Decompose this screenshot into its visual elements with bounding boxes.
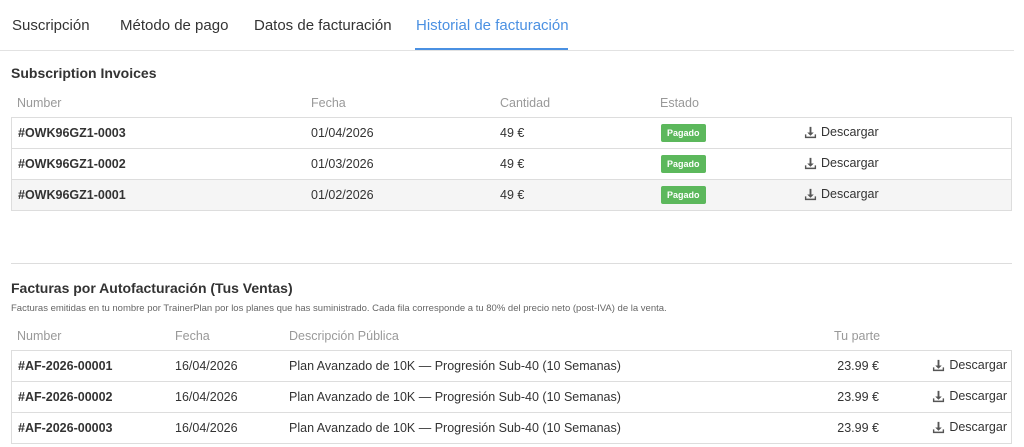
invoice-amount: 49 € xyxy=(500,188,525,202)
subscription-invoices-table: #OWK96GZ1-0003 01/04/2026 49 € Pagado De… xyxy=(11,117,1012,211)
download-icon xyxy=(933,421,945,433)
invoice-number: #AF-2026-00002 xyxy=(18,390,113,404)
download-icon xyxy=(804,157,817,169)
invoice-date: 16/04/2026 xyxy=(175,359,238,373)
status-badge: Pagado xyxy=(661,155,706,173)
invoice-description: Plan Avanzado de 10K — Progresión Sub-40… xyxy=(289,390,621,404)
col-header-number: Number xyxy=(17,329,62,343)
download-icon xyxy=(933,390,945,402)
invoice-number: #OWK96GZ1-0003 xyxy=(18,126,126,140)
download-label: Descargar xyxy=(821,187,879,201)
invoice-date: 01/03/2026 xyxy=(311,157,374,171)
download-button[interactable]: Descargar xyxy=(804,125,879,139)
invoice-date: 16/04/2026 xyxy=(175,421,238,435)
download-icon xyxy=(933,359,945,371)
status-badge: Pagado xyxy=(661,186,706,204)
col-header-amount: Cantidad xyxy=(500,96,551,110)
invoice-number: #AF-2026-00003 xyxy=(18,421,113,435)
download-button[interactable]: Descargar xyxy=(804,187,879,201)
download-icon xyxy=(804,188,817,200)
active-tab-indicator xyxy=(415,48,568,50)
invoice-date: 16/04/2026 xyxy=(175,390,238,404)
download-label: Descargar xyxy=(949,358,1007,372)
col-header-description: Descripción Pública xyxy=(289,329,399,343)
invoice-amount: 49 € xyxy=(500,157,525,171)
invoice-amount: 49 € xyxy=(500,126,525,140)
invoice-date: 01/02/2026 xyxy=(311,188,374,202)
invoice-number: #OWK96GZ1-0002 xyxy=(18,157,126,171)
invoice-description: Plan Avanzado de 10K — Progresión Sub-40… xyxy=(289,359,621,373)
invoice-number: #AF-2026-00001 xyxy=(18,359,113,373)
status-badge: Pagado xyxy=(661,124,706,142)
download-button[interactable]: Descargar xyxy=(804,156,879,170)
subscription-invoices-title: Subscription Invoices xyxy=(11,65,157,81)
table-row: #OWK96GZ1-0003 01/04/2026 49 € Pagado De… xyxy=(12,118,1011,149)
col-header-share: Tu parte xyxy=(834,329,881,343)
table-row: #AF-2026-00001 16/04/2026 Plan Avanzado … xyxy=(12,351,1011,382)
table-row: #OWK96GZ1-0002 01/03/2026 49 € Pagado De… xyxy=(12,149,1011,180)
invoice-share: 23.99 € xyxy=(837,421,879,435)
invoice-number: #OWK96GZ1-0001 xyxy=(18,188,126,202)
tab-bar: Suscripción Método de pago Datos de fact… xyxy=(0,0,1014,51)
col-header-status: Estado xyxy=(660,96,699,110)
self-billing-description: Facturas emitidas en tu nombre por Train… xyxy=(11,303,667,314)
table-row: #AF-2026-00002 16/04/2026 Plan Avanzado … xyxy=(12,382,1011,413)
table-row: #OWK96GZ1-0001 01/02/2026 49 € Pagado De… xyxy=(12,180,1011,211)
download-button[interactable]: Descargar xyxy=(932,389,1007,403)
download-label: Descargar xyxy=(821,125,879,139)
section-divider xyxy=(11,263,1012,264)
table-row: #AF-2026-00003 16/04/2026 Plan Avanzado … xyxy=(12,413,1011,444)
download-icon xyxy=(804,126,817,138)
tab-payment-method[interactable]: Método de pago xyxy=(120,17,228,34)
self-billing-title: Facturas por Autofacturación (Tus Ventas… xyxy=(11,280,293,296)
col-header-date: Fecha xyxy=(175,329,210,343)
invoice-share: 23.99 € xyxy=(837,390,879,404)
download-label: Descargar xyxy=(949,389,1007,403)
invoice-date: 01/04/2026 xyxy=(311,126,374,140)
tab-billing-history[interactable]: Historial de facturación xyxy=(416,17,569,34)
download-button[interactable]: Descargar xyxy=(932,358,1007,372)
invoice-share: 23.99 € xyxy=(837,359,879,373)
col-header-number: Number xyxy=(17,96,62,110)
download-button[interactable]: Descargar xyxy=(932,420,1007,434)
self-billing-table: #AF-2026-00001 16/04/2026 Plan Avanzado … xyxy=(11,350,1012,444)
invoice-description: Plan Avanzado de 10K — Progresión Sub-40… xyxy=(289,421,621,435)
download-label: Descargar xyxy=(821,156,879,170)
col-header-date: Fecha xyxy=(311,96,346,110)
tab-subscription[interactable]: Suscripción xyxy=(12,17,90,34)
download-label: Descargar xyxy=(949,420,1007,434)
tab-billing-data[interactable]: Datos de facturación xyxy=(254,17,392,34)
